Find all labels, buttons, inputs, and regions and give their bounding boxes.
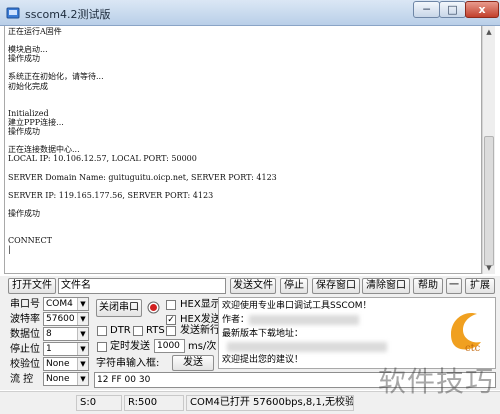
parity-value: None [46, 359, 70, 369]
chevron-down-icon: ▼ [77, 373, 88, 385]
title-bar: sscom4.2测试版 ─ □ x [0, 0, 500, 26]
scroll-up-icon[interactable]: ▲ [483, 26, 495, 38]
expand-button[interactable]: 扩展 [465, 278, 495, 294]
close-port-button[interactable]: 关闭串口 [96, 299, 142, 317]
receive-line [8, 182, 478, 191]
receive-line: SERVER IP: 119.165.177.56, SERVER PORT: … [8, 190, 214, 200]
port-status-icon [147, 301, 160, 314]
chevron-down-icon: ▼ [77, 313, 88, 325]
close-button[interactable]: x [465, 1, 499, 18]
clear-window-button[interactable]: 清除窗口 [362, 278, 410, 294]
chevron-down-icon: ▼ [77, 343, 88, 355]
watermark-text: 软件技巧 [377, 365, 494, 398]
received-count: R:500 [124, 395, 184, 411]
baud-label: 波特率 [10, 314, 40, 325]
timed-send-label: 定时发送 [110, 341, 150, 352]
info-line-1: 欢迎使用专业串口调试工具SSCOM！ [222, 301, 372, 311]
help-button[interactable]: 帮助 [413, 278, 443, 294]
data-bits-value: 8 [46, 329, 52, 339]
receive-text-area[interactable]: 正在运行A固件 模块启动... 操作成功 系统正在初始化，请等待... 初始化完成 Ini… [4, 26, 482, 274]
receive-line: 模块启动... [8, 45, 48, 55]
flow-select[interactable]: None ▼ [43, 372, 89, 386]
chevron-down-icon: ▼ [77, 328, 88, 340]
stop-button[interactable]: 停止 [280, 278, 308, 294]
receive-line: 正在连接数据中心... [8, 145, 80, 155]
blurred-link [227, 342, 387, 352]
data-bits-select[interactable]: 8 ▼ [43, 327, 89, 341]
input-label: 字符串输入框: [96, 358, 160, 369]
parity-label: 校验位 [10, 359, 40, 370]
sent-count: S:0 [76, 395, 122, 411]
interval-unit: ms/次 [188, 341, 217, 352]
stop-bits-select[interactable]: 1 ▼ [43, 342, 89, 356]
maximize-button[interactable]: □ [439, 1, 466, 18]
logo-text: ctc [465, 343, 481, 354]
interval-input[interactable]: 1000 [154, 339, 185, 353]
port-value: COM4 [46, 299, 73, 309]
scrollbar-thumb[interactable] [484, 136, 494, 266]
dtr-label: DTR [110, 325, 131, 336]
receive-line [8, 36, 478, 45]
port-select[interactable]: COM4 ▼ [43, 297, 89, 311]
receive-line: 初始化完成 [8, 81, 48, 91]
scroll-down-icon[interactable]: ▼ [483, 262, 495, 274]
dash-button[interactable]: 一 [446, 278, 462, 294]
hex-send-checkbox[interactable]: ✓ [166, 315, 176, 325]
chevron-down-icon: ▼ [77, 298, 88, 310]
receive-line [8, 163, 478, 172]
window-title: sscom4.2测试版 [25, 8, 111, 21]
send-newline-checkbox[interactable] [166, 326, 176, 336]
receive-line: 正在运行A固件 [8, 27, 62, 36]
open-file-button[interactable]: 打开文件 [8, 278, 56, 294]
info-line-2: 作者： [222, 315, 250, 325]
stop-bits-label: 停止位 [10, 344, 40, 355]
receive-line [8, 91, 478, 100]
receive-line: 操作成功 [8, 127, 40, 137]
timed-send-checkbox[interactable] [97, 342, 107, 352]
receive-line [8, 227, 478, 236]
receive-line [8, 200, 478, 209]
info-line-3: 最新版本下载地址： [222, 329, 304, 339]
parity-select[interactable]: None ▼ [43, 357, 89, 371]
receive-line: 建立PPP连接... [8, 117, 64, 127]
filename-field[interactable]: 文件名 [58, 278, 226, 294]
sscom-logo-icon: ctc [451, 313, 481, 354]
rts-checkbox[interactable] [133, 326, 143, 336]
receive-line: CONNECT [8, 236, 52, 246]
blurred-text [249, 315, 359, 325]
data-bits-label: 数据位 [10, 329, 40, 340]
port-label: 串口号 [10, 299, 40, 310]
info-panel: 欢迎使用专业串口调试工具SSCOM！ 作者： 最新版本下载地址： 欢迎提出您的建… [218, 297, 496, 369]
stop-bits-value: 1 [46, 344, 52, 354]
port-status-text: COM4已打开 57600bps,8,1,无校验,无流控 [186, 395, 354, 411]
receive-line [8, 218, 478, 227]
send-button[interactable]: 发送 [172, 355, 214, 371]
chevron-down-icon: ▼ [77, 358, 88, 370]
app-icon [6, 7, 20, 19]
send-newline-label: 发送新行 [180, 325, 220, 336]
flow-label: 流 控 [10, 374, 34, 385]
receive-line: 系统正在初始化，请等待... [8, 72, 104, 82]
receive-line: SERVER Domain Name: guituguitu.oicp.net,… [8, 172, 277, 182]
receive-line: 操作成功 [8, 54, 40, 64]
send-file-button[interactable]: 发送文件 [230, 278, 276, 294]
receive-line [8, 100, 478, 109]
receive-line: | [8, 245, 11, 255]
minimize-button[interactable]: ─ [413, 1, 440, 18]
receive-line: 操作成功 [8, 208, 40, 218]
hex-display-label: HEX显示 [180, 299, 221, 310]
receive-line: LOCAL IP: 10.106.12.57, LOCAL PORT: 5000… [8, 154, 197, 164]
flow-value: None [46, 374, 70, 384]
receive-scrollbar[interactable]: ▲ ▼ [482, 26, 495, 274]
hex-display-checkbox[interactable] [166, 300, 176, 310]
info-line-4: 欢迎提出您的建议！ [222, 355, 304, 365]
receive-line: Initialized [8, 108, 49, 118]
save-window-button[interactable]: 保存窗口 [312, 278, 360, 294]
baud-select[interactable]: 57600 ▼ [43, 312, 89, 326]
baud-value: 57600 [46, 314, 75, 324]
dtr-checkbox[interactable] [97, 326, 107, 336]
receive-line [8, 136, 478, 145]
rts-label: RTS [146, 325, 165, 336]
file-toolbar: 打开文件 文件名 发送文件 停止 保存窗口 清除窗口 帮助 一 扩展 [0, 276, 500, 295]
